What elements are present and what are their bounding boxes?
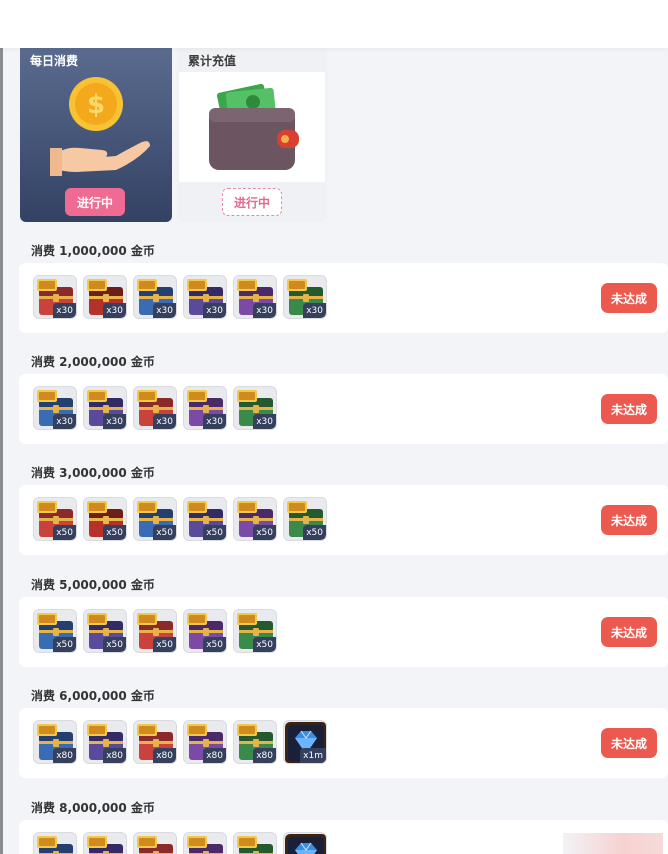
quantity-badge: x80 [53, 748, 76, 763]
quantity-badge: x80 [153, 748, 176, 763]
reward-item[interactable]: x50 [33, 609, 77, 653]
reward-item[interactable]: x50 [283, 497, 327, 541]
quantity-badge: x30 [253, 303, 276, 318]
reward-item[interactable]: x30 [233, 275, 277, 319]
quantity-badge: x1m [300, 748, 326, 763]
quantity-badge: x50 [103, 525, 126, 540]
quantity-badge: x50 [53, 525, 76, 540]
tab-daily-spend[interactable]: 每日消费 $ 进行中 [20, 48, 172, 222]
svg-text:$: $ [87, 90, 105, 120]
quantity-badge: x50 [103, 637, 126, 652]
reward-item[interactable]: x50 [33, 497, 77, 541]
tier-label: 消费 3,000,000 金币 [31, 466, 155, 480]
reward-item[interactable]: x30 [83, 275, 127, 319]
reward-item[interactable]: x1m [283, 720, 327, 764]
quantity-badge: x30 [153, 414, 176, 429]
reward-item[interactable]: x30 [183, 275, 227, 319]
reward-item[interactable] [233, 832, 277, 854]
quantity-badge: x50 [203, 525, 226, 540]
quantity-badge: x30 [253, 414, 276, 429]
quantity-badge: x30 [53, 303, 76, 318]
tier-row-5: x80 x80 x80 x80 x80 x1m 未达成 [19, 708, 668, 778]
reward-item[interactable]: x30 [133, 275, 177, 319]
in-progress-button[interactable]: 进行中 [65, 188, 125, 216]
reward-item[interactable]: x30 [33, 275, 77, 319]
reward-item[interactable]: x50 [133, 497, 177, 541]
quantity-badge: x50 [153, 525, 176, 540]
reward-item[interactable]: x30 [283, 275, 327, 319]
reward-item[interactable]: x50 [183, 497, 227, 541]
quantity-badge: x30 [53, 414, 76, 429]
reward-item[interactable]: x30 [83, 386, 127, 430]
tier-row-3: x50 x50 x50 x50 x50 x50 未达成 [19, 485, 668, 555]
reward-list: x80 x80 x80 x80 x80 x1m [33, 720, 327, 764]
tier-row-4: x50 x50 x50 x50 x50 未达成 [19, 597, 668, 667]
reward-item[interactable]: x80 [33, 720, 77, 764]
not-reached-button[interactable]: 未达成 [601, 394, 657, 424]
reward-item[interactable]: x50 [183, 609, 227, 653]
quantity-badge: x80 [203, 748, 226, 763]
not-reached-button[interactable]: 未达成 [601, 505, 657, 535]
quantity-badge: x80 [103, 748, 126, 763]
reward-item[interactable]: x50 [233, 609, 277, 653]
tier-label: 消费 5,000,000 金币 [31, 578, 155, 592]
reward-item[interactable]: x50 [83, 609, 127, 653]
reward-list [33, 832, 327, 854]
quantity-badge: x30 [203, 303, 226, 318]
reward-item[interactable]: x80 [233, 720, 277, 764]
quantity-badge: x50 [253, 637, 276, 652]
tier-row-2: x30 x30 x30 x30 x30 未达成 [19, 374, 668, 444]
quantity-badge: x30 [103, 414, 126, 429]
reward-list: x50 x50 x50 x50 x50 x50 [33, 497, 327, 541]
tab-cumulative-recharge[interactable]: 累计充值 进行中 [177, 48, 327, 222]
reward-item[interactable] [183, 832, 227, 854]
quantity-badge: x30 [153, 303, 176, 318]
reward-list: x30 x30 x30 x30 x30 x30 [33, 275, 327, 319]
quantity-badge: x50 [203, 637, 226, 652]
tab-title: 累计充值 [188, 54, 237, 68]
tier-label: 消费 2,000,000 金币 [31, 355, 155, 369]
reward-item[interactable] [33, 832, 77, 854]
reward-item[interactable]: x50 [233, 497, 277, 541]
wallet-icon [209, 83, 299, 170]
quantity-badge: x50 [53, 637, 76, 652]
reward-list: x30 x30 x30 x30 x30 [33, 386, 277, 430]
wallet-image [179, 72, 325, 182]
activity-panel: 每日消费 $ 进行中 累计充值 进行中 消费 1,000,000 金币 x30 … [3, 48, 668, 854]
reward-item[interactable]: x50 [83, 497, 127, 541]
not-reached-button[interactable]: 未达成 [601, 728, 657, 758]
reward-item[interactable]: x30 [133, 386, 177, 430]
status-button-partial[interactable] [563, 833, 663, 854]
in-progress-button[interactable]: 进行中 [222, 188, 282, 216]
reward-item[interactable] [83, 832, 127, 854]
reward-item[interactable]: x30 [33, 386, 77, 430]
tier-label: 消费 6,000,000 金币 [31, 689, 155, 703]
reward-item[interactable]: x30 [233, 386, 277, 430]
reward-item[interactable]: x80 [83, 720, 127, 764]
not-reached-button[interactable]: 未达成 [601, 283, 657, 313]
quantity-badge: x30 [303, 303, 326, 318]
quantity-badge: x50 [303, 525, 326, 540]
reward-item[interactable] [283, 832, 327, 854]
tier-row-1: x30 x30 x30 x30 x30 x30 未达成 [19, 263, 668, 333]
top-header-bar [0, 0, 668, 48]
coin-hand-icon: $ [50, 77, 150, 176]
quantity-badge: x50 [153, 637, 176, 652]
quantity-badge: x80 [253, 748, 276, 763]
reward-item[interactable]: x50 [133, 609, 177, 653]
reward-list: x50 x50 x50 x50 x50 [33, 609, 277, 653]
reward-item[interactable]: x80 [133, 720, 177, 764]
tier-label: 消费 1,000,000 金币 [31, 244, 155, 258]
reward-item[interactable]: x80 [183, 720, 227, 764]
tier-label: 消费 8,000,000 金币 [31, 801, 155, 815]
reward-item[interactable]: x30 [183, 386, 227, 430]
quantity-badge: x50 [253, 525, 276, 540]
reward-item[interactable] [133, 832, 177, 854]
quantity-badge: x30 [103, 303, 126, 318]
not-reached-button[interactable]: 未达成 [601, 617, 657, 647]
quantity-badge: x30 [203, 414, 226, 429]
